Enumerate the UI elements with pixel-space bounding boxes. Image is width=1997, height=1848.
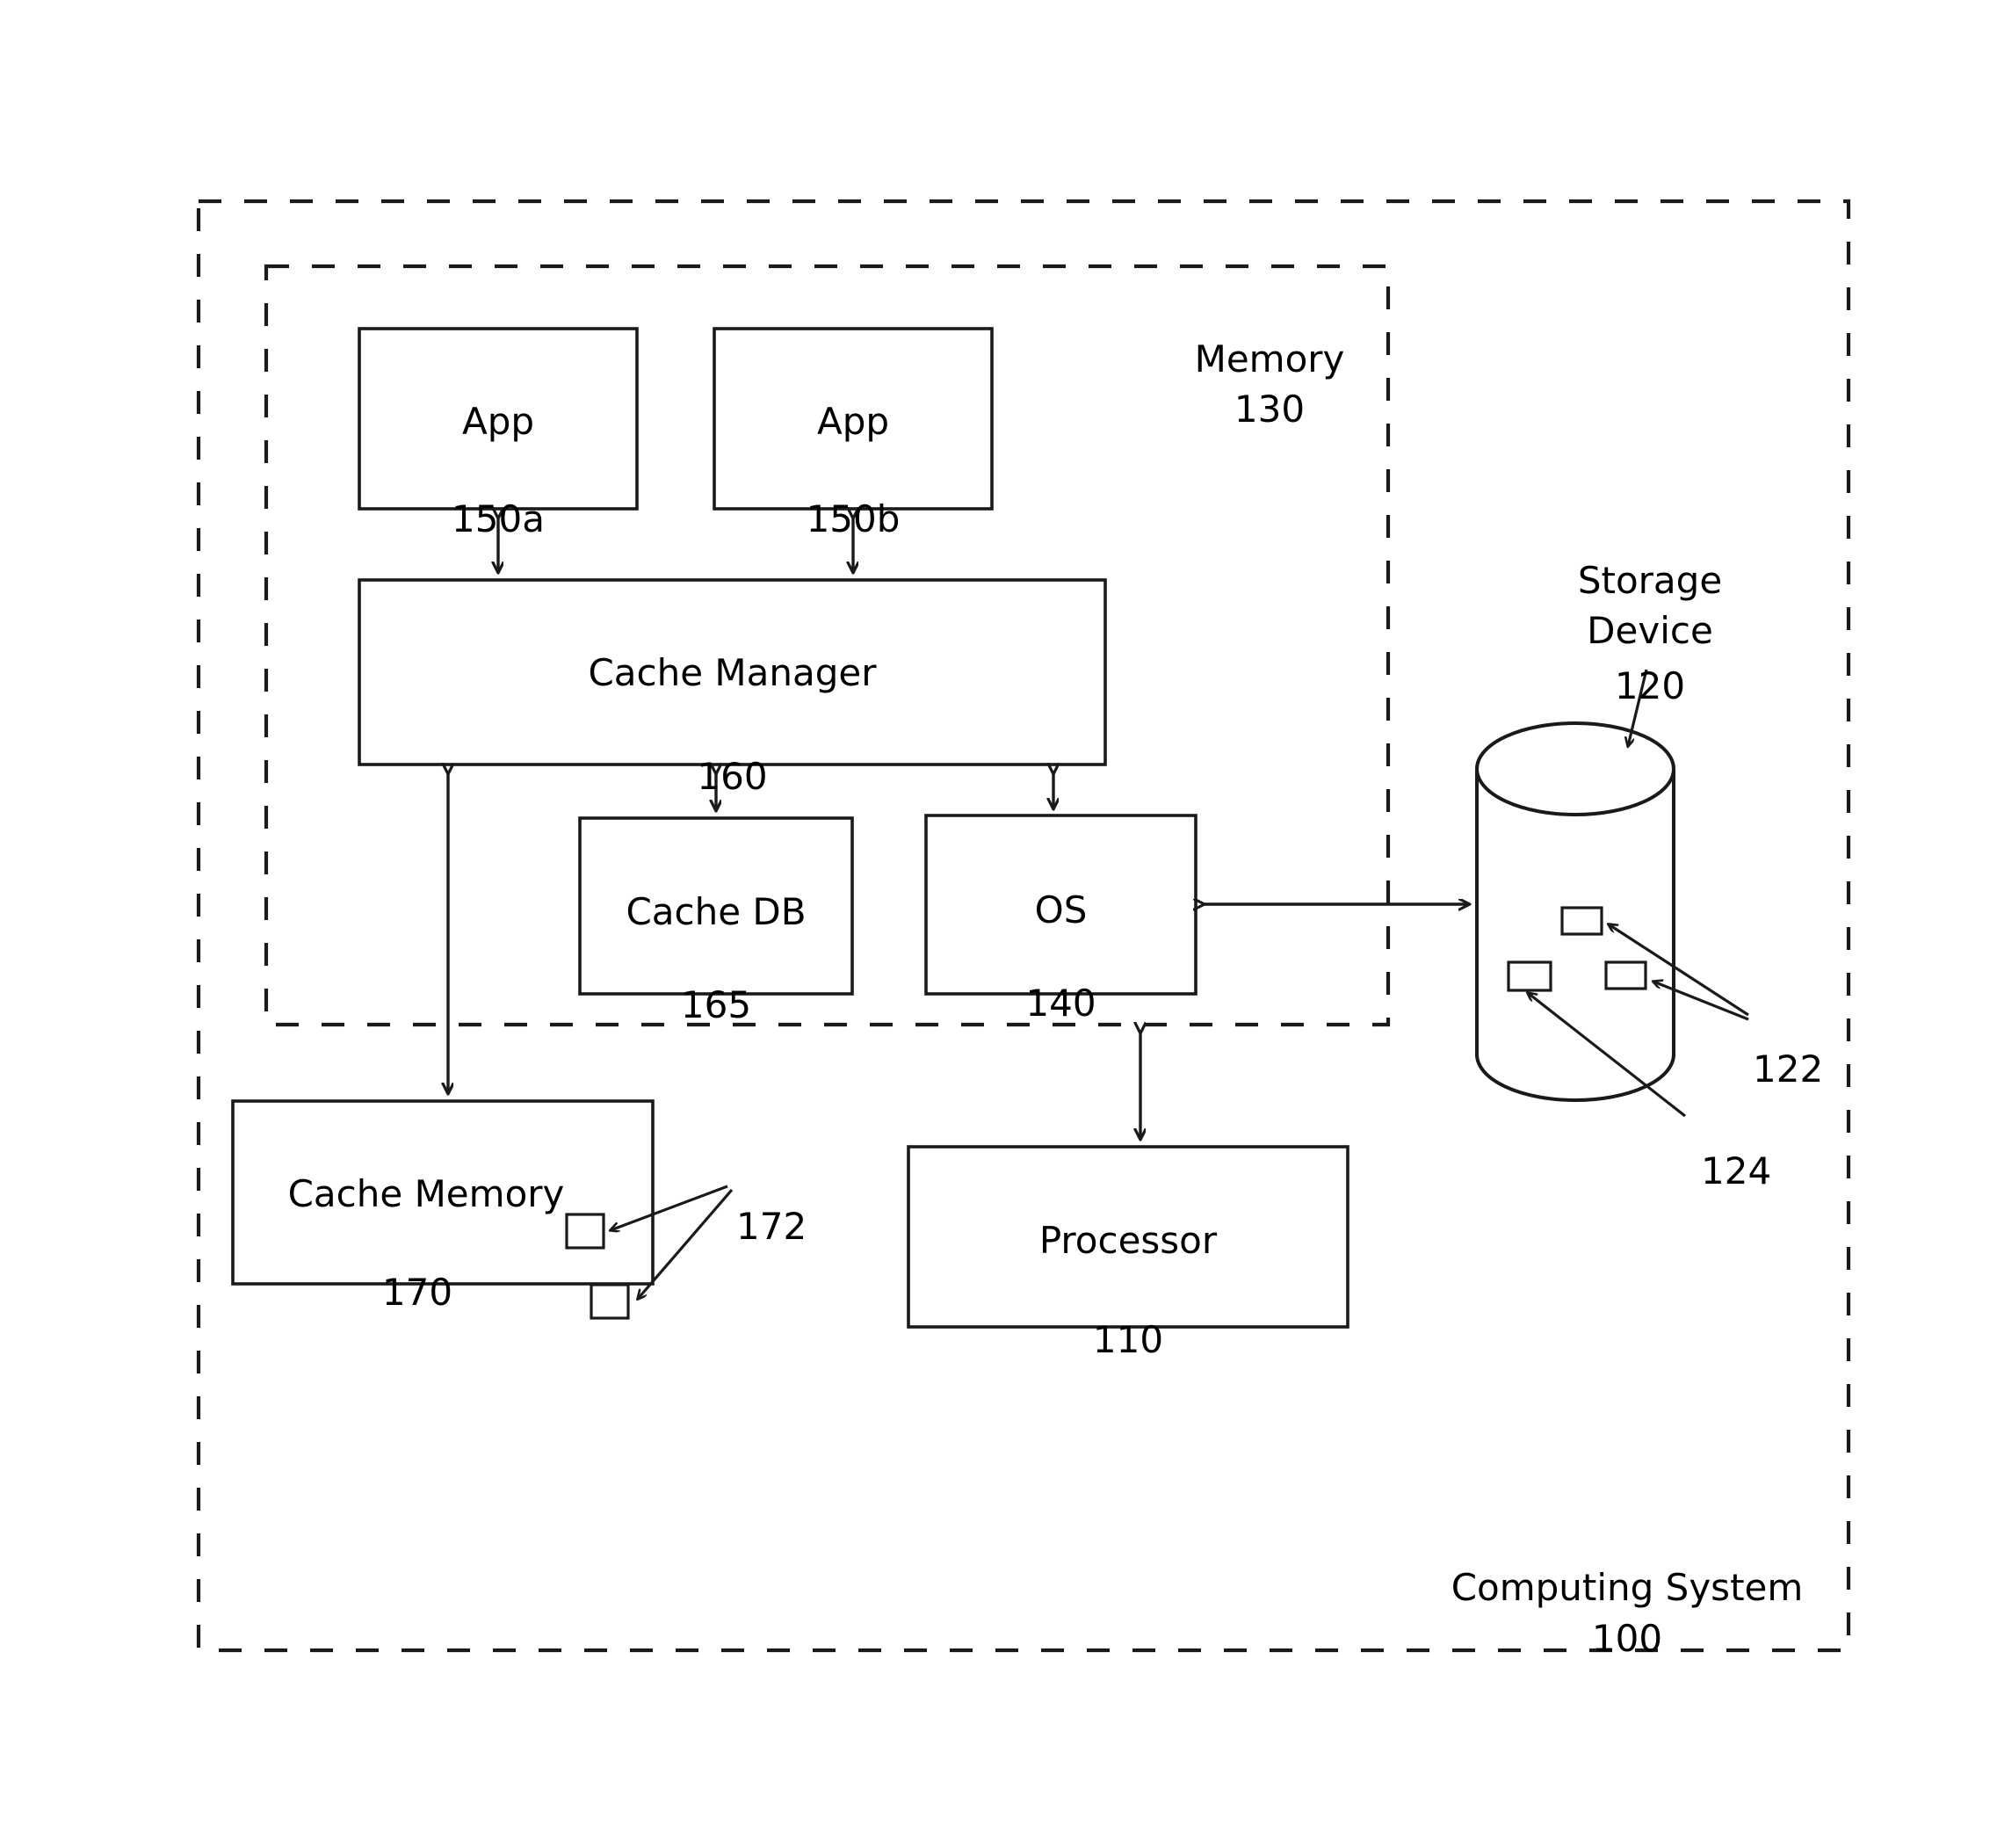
cache-memory-title: Cache Memory [287, 1172, 565, 1216]
cache-manager-label: Cache Manager [359, 599, 1105, 699]
storage-device-ref-number: 120 [1614, 664, 1686, 708]
figure-canvas: App 150a App 150b Cache Manager 160 Cach… [0, 0, 1997, 1848]
storage-data-block-3 [1507, 960, 1552, 992]
callout-124: 124 [1701, 1098, 1815, 1197]
app-150b-ref: 150b [714, 446, 992, 545]
app-150b-label: App [714, 348, 992, 447]
cache-db-title: Cache DB [626, 890, 807, 934]
memory-ref: 130 [1169, 336, 1371, 435]
cache-manager-ref-number: 160 [697, 755, 768, 799]
os-label: OS [926, 837, 1196, 936]
computing-system-ref-number: 100 [1591, 1617, 1663, 1661]
storage-data-block-1 [1560, 906, 1603, 936]
cache-memory-label: Cache Memory [233, 1120, 619, 1220]
app-150a-ref-number: 150a [452, 497, 545, 541]
cache-memory-ref: 170 [233, 1219, 602, 1318]
callout-122-number: 122 [1753, 1047, 1824, 1091]
app-150a-ref: 150a [359, 446, 637, 545]
processor-ref: 110 [908, 1266, 1348, 1366]
app-150a-label: App [359, 348, 637, 447]
cache-manager-title: Cache Manager [588, 651, 877, 695]
cache-memory-ref-number: 170 [381, 1271, 453, 1315]
processor-ref-number: 110 [1092, 1318, 1164, 1362]
callout-172-number: 172 [736, 1205, 807, 1249]
cache-db-ref: 165 [580, 931, 852, 1031]
app-150b-title: App [816, 400, 890, 444]
cache-manager-ref: 160 [359, 703, 1105, 802]
storage-data-block-2 [1604, 960, 1647, 990]
app-150b-ref-number: 150b [806, 497, 901, 541]
os-ref: 140 [926, 930, 1196, 1029]
callout-122: 122 [1753, 996, 1867, 1095]
callout-172: 172 [736, 1153, 850, 1252]
computing-system-ref: 100 [1443, 1565, 1812, 1664]
os-ref-number: 140 [1025, 982, 1096, 1025]
memory-ref-number: 130 [1234, 388, 1306, 431]
processor-title: Processor [1038, 1219, 1218, 1263]
storage-device-ref: 120 [1536, 612, 1764, 712]
callout-124-number: 124 [1701, 1149, 1772, 1193]
os-title: OS [1034, 888, 1088, 932]
processor-label: Processor [908, 1167, 1348, 1266]
cache-db-ref-number: 165 [680, 983, 752, 1027]
app-150a-title: App [461, 400, 535, 444]
cache-db-label: Cache DB [580, 838, 852, 938]
